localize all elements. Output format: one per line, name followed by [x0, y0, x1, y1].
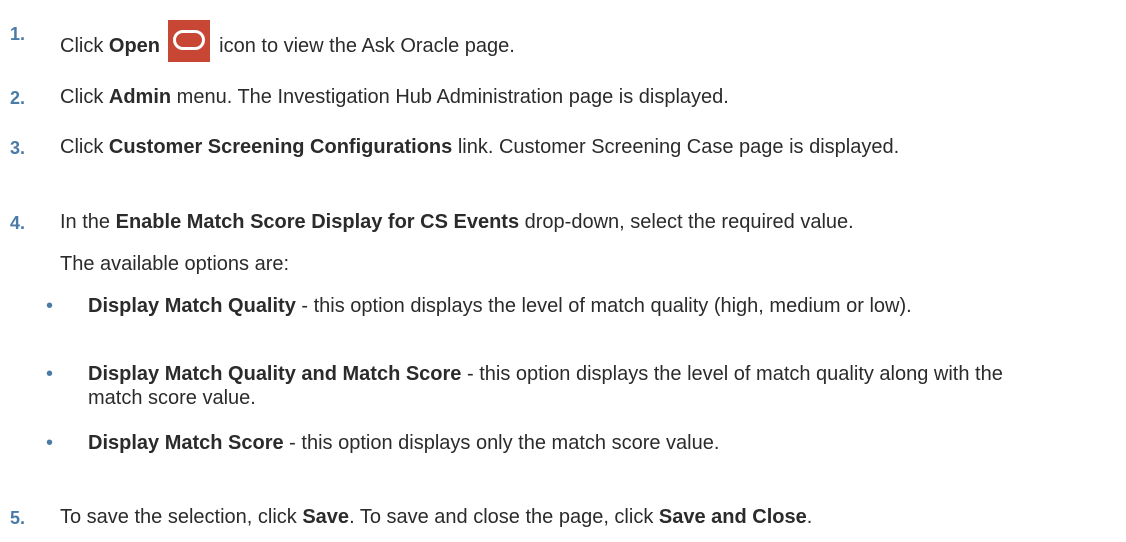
step-text-post: . — [806, 506, 813, 528]
step-text: To save the selection, click Save. To sa… — [60, 505, 1120, 529]
oracle-open-icon[interactable] — [167, 20, 210, 62]
step-text-pre: Click — [60, 86, 109, 108]
step-text: Click Open icon to view the Ask Oracle p… — [60, 20, 1120, 62]
option-label: Display Match Score — [88, 432, 284, 454]
step-bold-label: Customer Screening Configurations — [108, 136, 453, 158]
option-text: Display Match Quality - this option disp… — [88, 294, 1048, 318]
step-text-pre: Click — [60, 136, 109, 158]
step-number: 3. — [10, 138, 26, 158]
option-description: - this option displays the level of matc… — [295, 295, 912, 317]
step-text-mid: . To save and close the page, click — [349, 506, 659, 528]
step-bold-label: Enable Match Score Display for CS Events — [115, 211, 520, 233]
options-intro: The available options are: — [60, 253, 290, 275]
step-4: 4. In the Enable Match Score Display for… — [0, 210, 1126, 470]
step-text: Click Customer Screening Configurations … — [60, 135, 1020, 159]
step-text-post: link. Customer Screening Case page is di… — [452, 136, 900, 158]
option-label: Display Match Quality and Match Score — [88, 363, 462, 385]
step-5: 5. To save the selection, click Save. To… — [0, 505, 1126, 535]
step-text-pre: To save the selection, click — [60, 506, 303, 528]
bullet: • — [46, 432, 54, 454]
step-1: 1. Click Open icon to view the Ask Oracl… — [0, 0, 1126, 62]
step-2: 2. Click Admin menu. The Investigation H… — [0, 85, 1126, 115]
step-text-post: menu. The Investigation Hub Administrati… — [171, 86, 729, 108]
step-text: In the Enable Match Score Display for CS… — [60, 210, 1120, 234]
save-label: Save — [302, 506, 350, 528]
step-bold-label: Open — [108, 35, 161, 57]
step-bold-label: Admin — [108, 86, 172, 108]
option-description: - this option displays only the match sc… — [283, 432, 720, 454]
step-text-post: icon to view the Ask Oracle page. — [213, 35, 515, 57]
step-3: 3. Click Customer Screening Configuratio… — [0, 135, 1126, 187]
step-text-post: drop-down, select the required value. — [519, 211, 854, 233]
option-text: Display Match Quality and Match Score - … — [88, 362, 1048, 410]
step-number: 2. — [10, 88, 26, 108]
save-and-close-label: Save and Close — [658, 506, 807, 528]
bullet: • — [46, 363, 54, 385]
step-number: 1. — [10, 24, 26, 44]
step-text-pre: In the — [60, 211, 116, 233]
option-text: Display Match Score - this option displa… — [88, 431, 1048, 455]
option-label: Display Match Quality — [88, 295, 296, 317]
step-number: 5. — [10, 508, 26, 528]
bullet: • — [46, 295, 54, 317]
step-text: Click Admin menu. The Investigation Hub … — [60, 85, 1120, 109]
step-number: 4. — [10, 213, 26, 233]
step-text-pre: Click — [60, 35, 109, 57]
